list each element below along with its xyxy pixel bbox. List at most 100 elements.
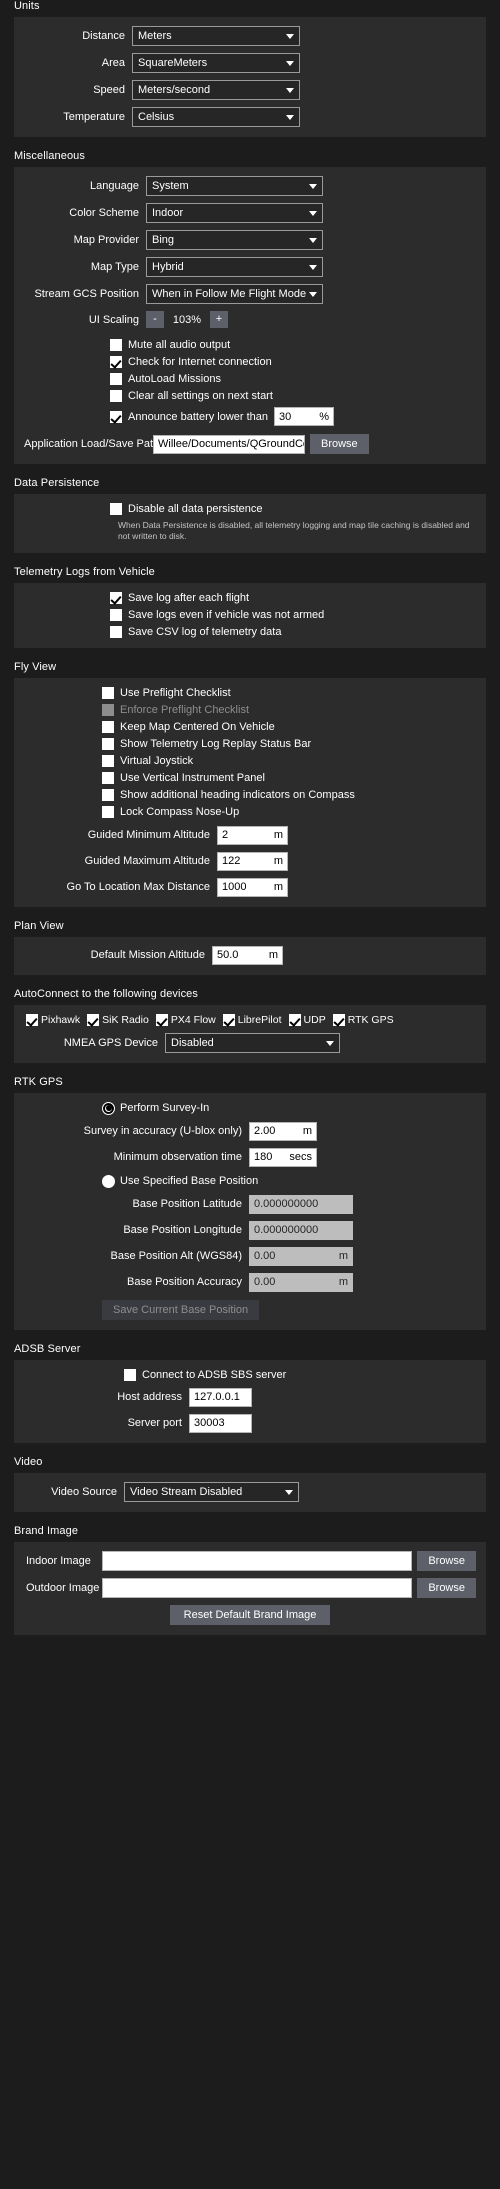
- section-title-autoconnect: AutoConnect to the following devices: [14, 987, 198, 1000]
- label-guided-min-altitude: Guided Minimum Altitude: [87, 829, 210, 842]
- input-load-save-path-value: Willee/Documents/QGroundControl: [158, 438, 304, 450]
- input-adsb-server-port[interactable]: 30003: [189, 1413, 252, 1433]
- row-default-mission-altitude: Default Mission Altitude 50.0 m: [24, 945, 476, 965]
- label-area: Area: [101, 57, 125, 69]
- checkbox-save-csv-log[interactable]: Save CSV log of telemetry data: [24, 625, 476, 638]
- combo-map-type[interactable]: Hybrid: [146, 257, 323, 277]
- checkbox-box-icon: [110, 625, 122, 638]
- input-min-observation-time-unit: secs: [289, 1151, 312, 1164]
- section-units: Units Distance Meters Area SquareMeters …: [0, 0, 500, 137]
- combo-map-provider[interactable]: Bing: [146, 230, 323, 250]
- row-map-type: Map Type Hybrid: [24, 257, 476, 277]
- checkbox-virtual-joystick[interactable]: Virtual Joystick: [24, 754, 476, 767]
- combo-stream-gcs-position[interactable]: When in Follow Me Flight Mode: [146, 284, 323, 304]
- section-title-miscellaneous: Miscellaneous: [14, 150, 86, 162]
- chevron-down-icon: [286, 88, 294, 93]
- telemetry-logs-panel: Save log after each flight Save logs eve…: [14, 582, 486, 648]
- input-battery-threshold[interactable]: 30 %: [274, 407, 335, 426]
- combo-speed-units[interactable]: Meters/second: [132, 80, 300, 100]
- combo-area-units[interactable]: SquareMeters: [132, 53, 300, 73]
- rtk-gps-panel: Perform Survey-In Survey in accuracy (U-…: [14, 1092, 486, 1330]
- browse-indoor-image-button[interactable]: Browse: [417, 1550, 476, 1571]
- label-map-provider: Map Provider: [73, 234, 139, 246]
- input-indoor-image[interactable]: [102, 1550, 413, 1571]
- checkbox-lock-compass-nose-up[interactable]: Lock Compass Nose-Up: [24, 805, 476, 818]
- checkbox-box-icon: [102, 703, 114, 716]
- checkbox-checked-icon: [110, 356, 122, 368]
- section-video: Video Video Source Video Stream Disabled: [0, 1456, 500, 1512]
- checkbox-use-preflight-checklist[interactable]: Use Preflight Checklist: [24, 686, 476, 699]
- browse-outdoor-image-button[interactable]: Browse: [417, 1577, 476, 1598]
- radio-perform-survey-in[interactable]: Perform Survey-In: [24, 1101, 476, 1115]
- ui-scaling-increase-button[interactable]: +: [210, 311, 228, 328]
- checkbox-autoconnect-sik-radio[interactable]: SiK Radio: [87, 1013, 149, 1026]
- combo-language[interactable]: System: [146, 176, 323, 196]
- combo-language-value: System: [152, 180, 189, 192]
- input-survey-accuracy[interactable]: 2.00 m: [249, 1121, 317, 1141]
- ui-scaling-decrease-button[interactable]: -: [146, 311, 164, 328]
- checkbox-label: Pixhawk: [41, 1013, 81, 1026]
- checkbox-save-log-after-flight[interactable]: Save log after each flight: [24, 591, 476, 604]
- checkbox-announce-battery[interactable]: [110, 410, 122, 423]
- input-default-mission-altitude[interactable]: 50.0 m: [212, 945, 283, 965]
- radio-label: Use Specified Base Position: [120, 1175, 259, 1188]
- checkbox-keep-map-centered[interactable]: Keep Map Centered On Vehicle: [24, 720, 476, 733]
- checkbox-vertical-instrument-panel[interactable]: Use Vertical Instrument Panel: [24, 771, 476, 784]
- input-base-longitude[interactable]: 0.000000000: [249, 1220, 353, 1240]
- input-load-save-path[interactable]: Willee/Documents/QGroundControl: [153, 434, 305, 454]
- combo-nmea-gps-device[interactable]: Disabled: [165, 1032, 340, 1053]
- input-guided-min-altitude[interactable]: 2 m: [217, 825, 288, 845]
- reset-default-brand-image-button[interactable]: Reset Default Brand Image: [169, 1604, 331, 1625]
- plan-view-panel: Default Mission Altitude 50.0 m: [14, 936, 486, 975]
- radio-use-specified-base-position[interactable]: Use Specified Base Position: [24, 1174, 476, 1188]
- checkbox-save-logs-not-armed[interactable]: Save logs even if vehicle was not armed: [24, 608, 476, 621]
- checkbox-checked-icon: [332, 1013, 345, 1026]
- input-outdoor-image[interactable]: [102, 1577, 413, 1598]
- label-speed: Speed: [93, 84, 125, 96]
- checkbox-additional-heading-indicators[interactable]: Show additional heading indicators on Co…: [24, 788, 476, 801]
- input-guided-max-altitude[interactable]: 122 m: [217, 851, 288, 871]
- section-title-plan-view: Plan View: [14, 919, 64, 932]
- checkbox-autoconnect-librepilot[interactable]: LibrePilot: [222, 1013, 282, 1026]
- section-adsb-server: ADSB Server Connect to ADSB SBS server H…: [0, 1343, 500, 1443]
- checkbox-autoload-missions[interactable]: AutoLoad Missions: [24, 373, 476, 385]
- input-default-mission-altitude-unit: m: [268, 949, 278, 962]
- fly-view-panel: Use Preflight Checklist Enforce Prefligh…: [14, 677, 486, 907]
- checkbox-box-icon: [102, 788, 114, 801]
- checkbox-mute-audio[interactable]: Mute all audio output: [24, 339, 476, 351]
- checkbox-autoconnect-px4-flow[interactable]: PX4 Flow: [155, 1013, 216, 1026]
- section-miscellaneous: Miscellaneous Language System Color Sche…: [0, 150, 500, 464]
- row-distance: Distance Meters: [24, 26, 476, 46]
- combo-video-source[interactable]: Video Stream Disabled: [124, 1481, 299, 1502]
- input-base-latitude[interactable]: 0.000000000: [249, 1194, 353, 1214]
- ui-scaling-control: - 103% +: [146, 311, 228, 328]
- checkbox-autoconnect-pixhawk[interactable]: Pixhawk: [26, 1013, 81, 1026]
- chevron-down-icon: [309, 265, 317, 270]
- reset-brand-image-wrap: Reset Default Brand Image: [24, 1604, 476, 1625]
- checkbox-check-internet[interactable]: Check for Internet connection: [24, 356, 476, 368]
- input-base-alt[interactable]: 0.00 m: [249, 1246, 353, 1266]
- section-data-persistence: Data Persistence Disable all data persis…: [0, 477, 500, 553]
- save-current-base-position-button[interactable]: Save Current Base Position: [102, 1299, 260, 1320]
- row-area: Area SquareMeters: [24, 53, 476, 73]
- checkbox-connect-adsb-sbs[interactable]: Connect to ADSB SBS server: [24, 1368, 476, 1381]
- input-adsb-host-address[interactable]: 127.0.0.1: [189, 1387, 252, 1407]
- checkbox-autoconnect-udp[interactable]: UDP: [288, 1013, 326, 1026]
- checkbox-autoconnect-rtk-gps[interactable]: RTK GPS: [332, 1013, 394, 1026]
- combo-temperature-units[interactable]: Celsius: [132, 107, 300, 127]
- input-goto-max-distance[interactable]: 1000 m: [217, 877, 288, 897]
- browse-load-save-path-button[interactable]: Browse: [310, 434, 369, 454]
- chevron-down-icon: [285, 1489, 293, 1495]
- checkbox-box-icon: [110, 373, 122, 385]
- row-outdoor-image: Outdoor Image Browse: [24, 1577, 476, 1598]
- input-min-observation-time[interactable]: 180 secs: [249, 1147, 317, 1167]
- checkbox-show-telemetry-replay-bar[interactable]: Show Telemetry Log Replay Status Bar: [24, 737, 476, 750]
- label-adsb-server-port: Server port: [127, 1417, 182, 1430]
- input-base-accuracy[interactable]: 0.00 m: [249, 1272, 353, 1292]
- checkbox-clear-settings[interactable]: Clear all settings on next start: [24, 390, 476, 402]
- combo-distance-units[interactable]: Meters: [132, 26, 300, 46]
- section-telemetry-logs: Telemetry Logs from Vehicle Save log aft…: [0, 566, 500, 648]
- checkbox-disable-data-persistence[interactable]: Disable all data persistence: [24, 503, 476, 515]
- combo-color-scheme[interactable]: Indoor: [146, 203, 323, 223]
- input-adsb-server-port-value: 30003: [194, 1417, 225, 1430]
